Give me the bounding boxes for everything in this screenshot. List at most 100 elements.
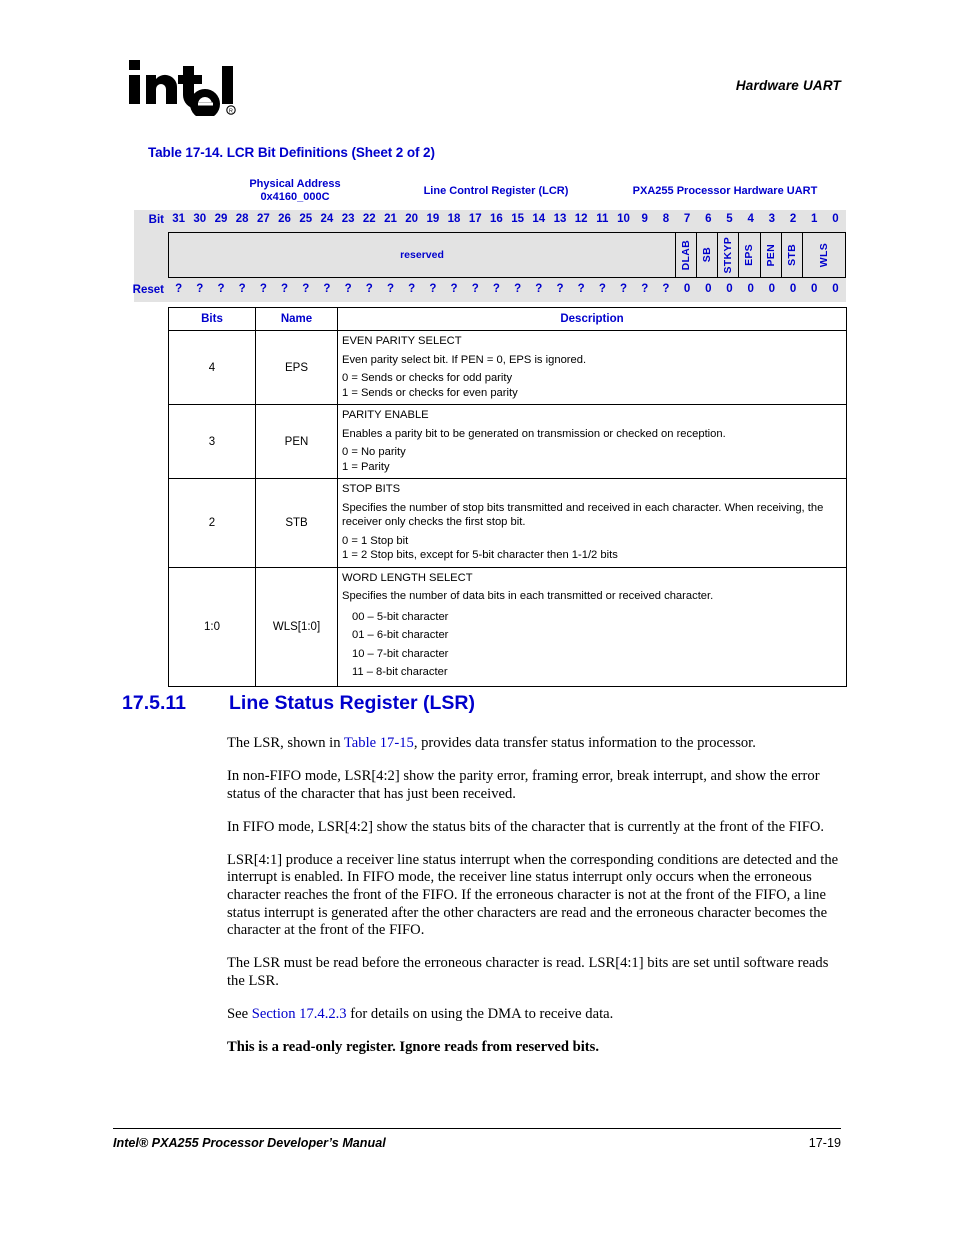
reset-value: 0 xyxy=(705,283,712,295)
cell-name: EPS xyxy=(255,330,338,405)
description-title: EVEN PARITY SELECT xyxy=(342,335,462,347)
cell-description: STOP BITS Specifies the number of stop bi… xyxy=(337,478,847,568)
bit-number: 1 xyxy=(811,213,818,225)
register-field-label: STKYP xyxy=(722,236,735,274)
column-header-name: Name xyxy=(255,307,338,331)
reset-value: ? xyxy=(620,283,628,295)
bit-number-row: 31 30 29 28 27 26 25 24 23 22 21 20 19 18 17 16 15 14 13 12… xyxy=(168,213,846,225)
description-option: 1 = 2 Stop bits, except for 5-bit charac… xyxy=(342,549,618,561)
description-body: Specifies the number of stop bits transm… xyxy=(342,501,824,529)
register-field-label: DLAB xyxy=(680,239,693,271)
bit-number: 3 xyxy=(768,213,776,225)
reset-value: ? xyxy=(492,283,500,295)
register-field-sb: SB xyxy=(697,233,719,277)
bit-number: 27 xyxy=(256,213,270,225)
cross-reference-link[interactable]: Section 17.4.2.3 xyxy=(252,1006,347,1022)
table-row: 4 EPS EVEN PARITY SELECT Even parity select… xyxy=(168,330,847,405)
register-field-label: WLS xyxy=(817,242,830,268)
body-paragraph: In FIFO mode, LSR[4:2] show the status b… xyxy=(227,818,825,835)
register-meta: Physical Address 0x4160_000C Line Contro… xyxy=(134,178,846,208)
register-field-reserved: reserved xyxy=(169,233,676,277)
register-name: Line Control Register (LCR) xyxy=(423,185,569,197)
register-field-wls: WLS xyxy=(803,233,845,277)
bit-definitions-table: Bits Name Description 4 EPS EVEN PARITY SE… xyxy=(168,307,847,687)
reset-value: 0 xyxy=(789,283,797,295)
bit-number: 19 xyxy=(426,213,440,225)
cell-bits: 1:0 xyxy=(168,566,256,687)
bit-number: 11 xyxy=(596,213,609,225)
description-option: 00 – 5-bit character xyxy=(352,610,449,623)
reset-value: ? xyxy=(535,283,543,295)
footer-manual-title: Intel® PXA255 Processor Developer’s Manu… xyxy=(113,1136,386,1150)
reset-value: 0 xyxy=(768,283,776,295)
bit-number: 21 xyxy=(384,213,397,225)
reset-value: ? xyxy=(344,283,352,295)
body-paragraph: See Section 17.4.2.3 for details on usin… xyxy=(227,1006,614,1023)
bit-number: 13 xyxy=(553,213,567,225)
reset-value: ? xyxy=(217,283,225,295)
processor-block-name: PXA255 Processor Hardware UART xyxy=(632,185,818,197)
table-row: 2 STB STOP BITS Specifies the number of sto… xyxy=(168,478,847,568)
bit-number: 0 xyxy=(832,213,839,225)
section-title: Line Status Register (LSR) xyxy=(229,692,475,714)
register-field-pen: PEN xyxy=(761,233,782,277)
table-caption: Table 17-14. LCR Bit Definitions (Sheet … xyxy=(148,145,435,160)
body-paragraph: The LSR must be read before the erroneou… xyxy=(227,955,829,989)
bit-number: 14 xyxy=(532,213,546,225)
cross-reference-link[interactable]: Table 17-15 xyxy=(344,735,414,751)
physical-address-label: Physical Address xyxy=(249,178,341,190)
register-field-label: PEN xyxy=(764,243,777,267)
bit-number: 28 xyxy=(235,213,249,225)
cell-bits: 4 xyxy=(168,330,256,405)
reset-value: ? xyxy=(598,283,606,295)
section-heading: 17.5.11 Line Status Register (LSR) xyxy=(122,692,475,715)
bit-number: 7 xyxy=(683,213,691,225)
reset-value: 0 xyxy=(726,283,733,295)
table-row: 1:0 WLS[1:0] WORD LENGTH SELECT Specifies t… xyxy=(168,566,847,687)
reset-value: ? xyxy=(641,283,649,295)
description-option: 10 – 7-bit character xyxy=(352,647,449,660)
running-header-title: Hardware UART xyxy=(735,78,841,93)
register-field-stb: STB xyxy=(782,233,803,277)
body-paragraph: In non-FIFO mode, LSR[4:2] show the pari… xyxy=(227,768,820,802)
register-field-label: EPS xyxy=(743,244,756,266)
bit-number: 10 xyxy=(617,213,630,225)
note-paragraph: This is a read-only register. Ignore rea… xyxy=(227,1039,599,1056)
bit-number: 31 xyxy=(172,213,185,225)
description-title: PARITY ENABLE xyxy=(342,409,429,421)
bit-number: 5 xyxy=(726,213,733,225)
reset-value: ? xyxy=(471,283,479,295)
table-row: 3 PEN PARITY ENABLE Enables a parity bit to… xyxy=(168,404,847,479)
description-body: Even parity select bit. If PEN = 0, EPS … xyxy=(342,353,587,366)
bit-number: 20 xyxy=(405,213,419,225)
reset-value-row: ???????????????????????? 0 0 0 0 0 0 0 0 xyxy=(168,283,846,295)
description-body: Enables a parity bit to be generated on … xyxy=(342,427,726,440)
description-option: 0 = 1 Stop bit xyxy=(342,534,409,547)
bit-number: 9 xyxy=(641,213,648,225)
reset-value: 0 xyxy=(683,283,691,295)
reset-value: ? xyxy=(577,283,585,295)
cell-bits: 2 xyxy=(168,478,256,568)
register-field-dlab: DLAB xyxy=(676,233,698,277)
cell-description: WORD LENGTH SELECT Specifies the number o… xyxy=(337,566,847,687)
bit-number: 16 xyxy=(490,213,503,225)
reset-value: 0 xyxy=(811,283,818,295)
bit-number: 15 xyxy=(511,213,524,225)
bit-number: 18 xyxy=(447,213,461,225)
reset-value: ? xyxy=(196,283,204,295)
section-body: The LSR, shown in Table 17-15, provides … xyxy=(227,735,839,1057)
bit-number: 6 xyxy=(705,213,712,225)
description-option: 1 = Parity xyxy=(342,460,390,473)
bit-number: 12 xyxy=(574,213,588,225)
cell-name: STB xyxy=(255,478,338,568)
reset-value: ? xyxy=(175,283,183,295)
description-body: Specifies the number of data bits in eac… xyxy=(342,590,714,602)
description-options: 0 = No parity 1 = Parity xyxy=(342,445,842,474)
table-header-row: Bits Name Description xyxy=(168,307,847,331)
document-page: R Hardware UART Table 17-14. LCR Bit Def… xyxy=(0,0,954,1235)
bit-row-label: Bit xyxy=(148,214,164,226)
reset-value: 0 xyxy=(747,283,754,295)
bit-number: 24 xyxy=(320,213,334,225)
column-header-bits: Bits xyxy=(168,307,256,331)
reset-value: ? xyxy=(323,283,331,295)
